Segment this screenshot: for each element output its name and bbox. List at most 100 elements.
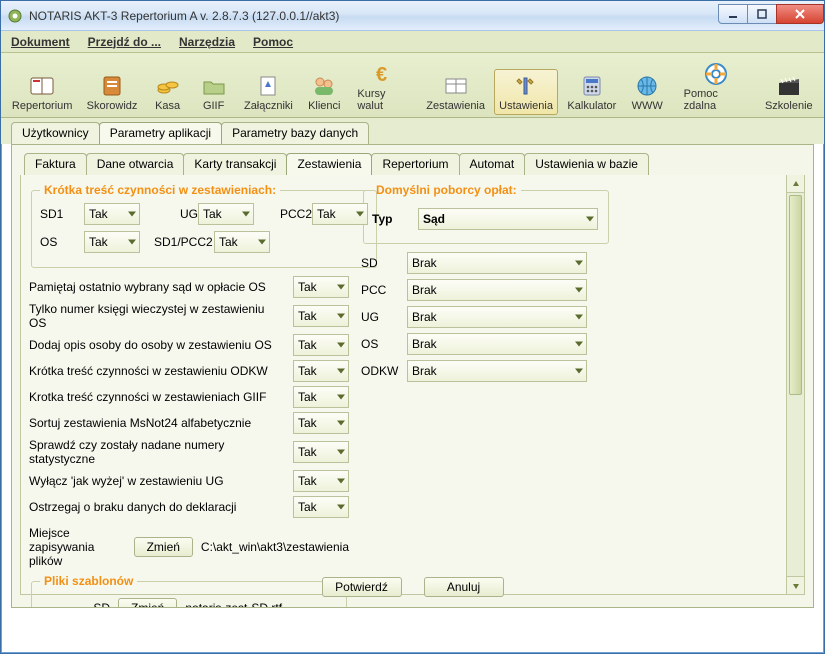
menu-pomoc[interactable]: Pomoc xyxy=(253,35,293,49)
report-icon xyxy=(442,74,470,98)
tb-pomoczdalna[interactable]: Pomoc zdalna xyxy=(677,57,756,115)
btn-zmien-path[interactable]: Zmień xyxy=(134,537,193,557)
left-column: Krótka treść czynności w zestawieniach: … xyxy=(29,183,349,608)
coins-icon xyxy=(154,74,182,98)
scroll-thumb[interactable] xyxy=(789,195,802,395)
select-sd1pcc2[interactable]: Tak xyxy=(214,231,270,253)
tab-uwbazie[interactable]: Ustawienia w bazie xyxy=(524,153,649,175)
menu-narzedzia[interactable]: Narzędzia xyxy=(179,35,235,49)
scroll-up-icon[interactable] xyxy=(787,175,804,193)
btn-anuluj[interactable]: Anuluj xyxy=(424,577,504,597)
tb-kalkulator[interactable]: Kalkulator xyxy=(562,69,622,115)
select-sd1[interactable]: Tak xyxy=(84,203,140,225)
tpl-label-sd: SD xyxy=(40,601,110,608)
tb-repertorium[interactable]: Repertorium xyxy=(7,69,77,115)
opt-select-2[interactable]: Tak xyxy=(293,334,349,356)
label-ug: UG xyxy=(154,207,198,221)
label-os: OS xyxy=(40,235,84,249)
select-pcc2[interactable]: Tak xyxy=(312,203,368,225)
tb-klienci[interactable]: Klienci xyxy=(302,69,346,115)
opt-select-8[interactable]: Tak xyxy=(293,496,349,518)
options-list: Pamiętaj ostatnio wybrany sąd w opłacie … xyxy=(29,276,349,518)
select-sd[interactable]: Brak xyxy=(407,252,587,274)
tab-parametry-aplikacji[interactable]: Parametry aplikacji xyxy=(99,122,222,144)
right-column: Domyślni poborcy opłat: Typ Sąd SDBrak P… xyxy=(361,183,611,608)
footer-buttons: Potwierdź Anuluj xyxy=(12,577,813,597)
book-icon xyxy=(28,74,56,98)
tabs-secondary: Faktura Dane otwarcia Karty transakcji Z… xyxy=(20,151,805,175)
menu-przejdz[interactable]: Przejdź do ... xyxy=(88,35,161,49)
svg-text:€: € xyxy=(376,64,387,85)
select-os[interactable]: Tak xyxy=(84,231,140,253)
opt-select-7[interactable]: Tak xyxy=(293,470,349,492)
tab-parametry-bazy[interactable]: Parametry bazy danych xyxy=(221,122,369,144)
tab-karty[interactable]: Karty transakcji xyxy=(183,153,287,175)
tb-zestawienia[interactable]: Zestawienia xyxy=(421,69,490,115)
btn-zmien-sd[interactable]: Zmień xyxy=(118,598,177,608)
select-ug[interactable]: Tak xyxy=(198,203,254,225)
tab-zestawienia[interactable]: Zestawienia xyxy=(286,153,372,175)
select-typ[interactable]: Sąd xyxy=(418,208,598,230)
label-sd1: SD1 xyxy=(40,207,84,221)
opt-label: Dodaj opis osoby do osoby w zestawieniu … xyxy=(29,338,285,352)
titlebar: NOTARIS AKT-3 Repertorium A v. 2.8.7.3 (… xyxy=(1,1,824,31)
lifebuoy-icon xyxy=(702,62,730,86)
index-icon xyxy=(98,74,126,98)
select-os2[interactable]: Brak xyxy=(407,333,587,355)
people-icon xyxy=(310,74,338,98)
maximize-button[interactable] xyxy=(747,4,777,24)
label-typ: Typ xyxy=(372,212,418,226)
minimize-button[interactable] xyxy=(718,4,748,24)
opt-label: Pamiętaj ostatnio wybrany sąd w opłacie … xyxy=(29,280,285,294)
path-text: C:\akt_win\akt3\zestawienia xyxy=(201,540,349,554)
tb-giif[interactable]: GIIF xyxy=(193,69,235,115)
menu-dokument[interactable]: Dokument xyxy=(11,35,70,49)
tb-skorowidz[interactable]: Skorowidz xyxy=(81,69,142,115)
tb-zalaczniki[interactable]: Załączniki xyxy=(239,69,299,115)
opt-select-0[interactable]: Tak xyxy=(293,276,349,298)
select-pcc[interactable]: Brak xyxy=(407,279,587,301)
opt-select-1[interactable]: Tak xyxy=(293,305,349,327)
tb-www[interactable]: WWW xyxy=(626,69,669,115)
app-icon xyxy=(7,8,23,24)
select-ug2[interactable]: Brak xyxy=(407,306,587,328)
euro-icon: € xyxy=(370,62,398,86)
tab-daneotwarcia[interactable]: Dane otwarcia xyxy=(86,153,185,175)
tpl-file-sd: notaris-zest-SD.rtf xyxy=(185,601,282,608)
opt-label: Wyłącz 'jak wyżej' w zestawieniu UG xyxy=(29,474,285,488)
opt-label: Ostrzegaj o braku danych do deklaracji xyxy=(29,500,285,514)
tb-szkolenie[interactable]: Szkolenie xyxy=(760,69,818,115)
opt-label: Sprawdź czy zostały nadane numery statys… xyxy=(29,438,285,466)
scrollbar[interactable] xyxy=(786,175,804,594)
opt-select-5[interactable]: Tak xyxy=(293,412,349,434)
btn-potwierdz[interactable]: Potwierdź xyxy=(322,577,402,597)
tb-ustawienia[interactable]: Ustawienia xyxy=(494,69,558,115)
group-krotka-tresc: Krótka treść czynności w zestawieniach: … xyxy=(31,183,377,268)
opt-select-4[interactable]: Tak xyxy=(293,386,349,408)
heading-krotka-tresc: Krótka treść czynności w zestawieniach: xyxy=(40,183,280,197)
label-pcc2: PCC2 xyxy=(268,207,312,221)
window-title: NOTARIS AKT-3 Repertorium A v. 2.8.7.3 (… xyxy=(29,9,719,23)
tab-automat[interactable]: Automat xyxy=(459,153,526,175)
opt-label: Krótka treść czynności w zestawieniu ODK… xyxy=(29,364,285,378)
heading-poborcy: Domyślni poborcy opłat: xyxy=(372,183,521,197)
tab-uzytkownicy[interactable]: Użytkownicy xyxy=(11,122,100,144)
opt-select-6[interactable]: Tak xyxy=(293,441,349,463)
select-odkw[interactable]: Brak xyxy=(407,360,587,382)
opt-label: Krotka treść czynności w zestawieniach G… xyxy=(29,390,285,404)
opt-select-3[interactable]: Tak xyxy=(293,360,349,382)
menubar: Dokument Przejdź do ... Narzędzia Pomoc xyxy=(1,31,824,53)
label-ug2: UG xyxy=(361,310,407,324)
tb-kursy[interactable]: €Kursy walut xyxy=(350,57,417,115)
tab-faktura[interactable]: Faktura xyxy=(24,153,87,175)
main-window: NOTARIS AKT-3 Repertorium A v. 2.8.7.3 (… xyxy=(0,0,825,654)
main-panel: Faktura Dane otwarcia Karty transakcji Z… xyxy=(11,144,814,608)
tab-repertorium[interactable]: Repertorium xyxy=(371,153,459,175)
close-button[interactable] xyxy=(776,4,824,24)
globe-icon xyxy=(633,74,661,98)
label-odkw: ODKW xyxy=(361,364,407,378)
label-miejsce: Miejsce zapisywania plików xyxy=(29,526,126,568)
label-pcc: PCC xyxy=(361,283,407,297)
folder-icon xyxy=(200,74,228,98)
tb-kasa[interactable]: Kasa xyxy=(147,69,189,115)
